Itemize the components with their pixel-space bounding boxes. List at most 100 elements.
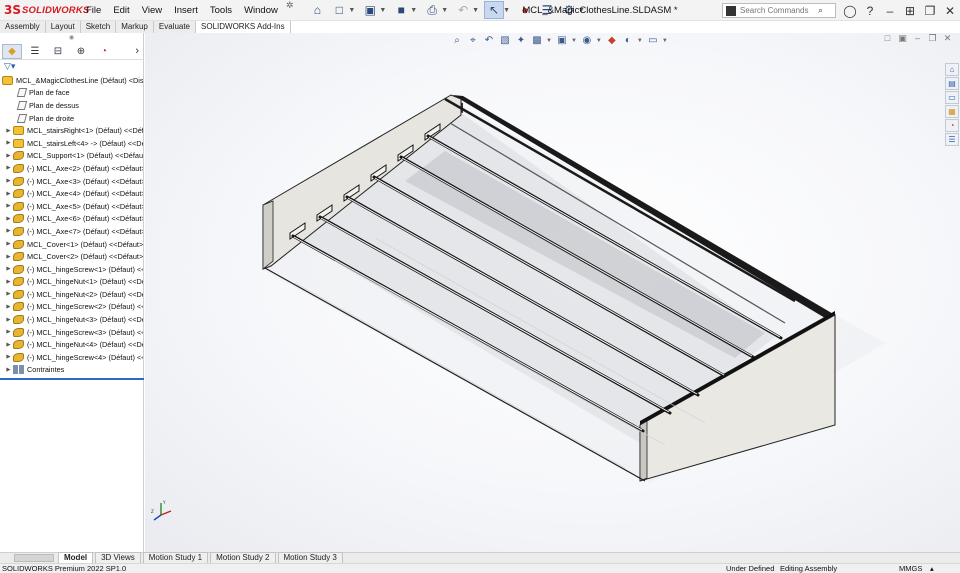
expand-arrow-icon[interactable]: ▶ <box>4 128 13 134</box>
more-tabs-chevron-icon[interactable]: › <box>135 45 139 57</box>
expand-arrow-icon[interactable]: ▶ <box>4 342 13 348</box>
user-account-icon[interactable]: ◯ <box>840 4 860 18</box>
solidworks-logo[interactable]: 3S SOLIDWORKS <box>0 0 89 21</box>
menu-file[interactable]: File <box>80 0 107 21</box>
expand-arrow-icon[interactable]: ▶ <box>4 165 13 171</box>
tab-motion-study-3[interactable]: Motion Study 3 <box>277 552 343 563</box>
tree-component-item[interactable]: ▶ (-) MCL_hingeNut<3> (Défaut) <<Défaut>_… <box>0 313 143 326</box>
help-icon[interactable]: ? <box>860 4 880 18</box>
home-icon[interactable]: ⌂ <box>307 1 327 19</box>
tree-component-item[interactable]: ▶ MCL_Support<1> (Défaut) <<Défaut>_Displ… <box>0 150 143 163</box>
expand-arrow-icon[interactable]: ▶ <box>4 241 13 247</box>
zoom-to-fit-icon[interactable]: ⌕ <box>450 34 464 47</box>
tree-component-item[interactable]: ▶ (-) MCL_hingeScrew<4> (Défaut) <<Défaut… <box>0 351 143 364</box>
tree-component-item[interactable]: ▶ (-) MCL_hingeNut<2> (Défaut) <<Défaut>_… <box>0 288 143 301</box>
tree-component-item[interactable]: ▶ MCL_stairsRight<1> (Défaut) <<Défaut>_D… <box>0 124 143 137</box>
property-manager-tab-icon[interactable]: ☰ <box>25 44 45 59</box>
tab-model[interactable]: Model <box>58 552 94 563</box>
tree-component-item[interactable]: ▶ (-) MCL_hingeScrew<3> (Défaut) <<Défaut… <box>0 326 143 339</box>
tab-markup[interactable]: Markup <box>116 21 154 33</box>
unit-system[interactable]: MMGS <box>899 564 922 573</box>
panel-handle-icon[interactable]: ◉ <box>0 33 143 43</box>
expand-arrow-icon[interactable]: ▶ <box>4 191 13 197</box>
display-style-dropdown-icon[interactable]: ▼ <box>571 38 577 44</box>
search-icon[interactable]: ⌕ <box>818 5 823 16</box>
viewport-split-icon[interactable]: □ <box>881 33 894 46</box>
menu-tools[interactable]: Tools <box>204 0 238 21</box>
undo-icon[interactable]: ↶ <box>453 1 473 19</box>
tree-component-item[interactable]: ▶ (-) MCL_Axe<4> (Défaut) <<Défaut>_Displ… <box>0 187 143 200</box>
viewport-tile-icon[interactable]: ▣ <box>896 33 909 46</box>
apply-scene-dropdown-icon[interactable]: ▼ <box>637 38 643 44</box>
search-box[interactable]: ⌕ <box>722 3 836 18</box>
tree-plane-top[interactable]: Plan de dessus <box>0 99 143 112</box>
tree-component-item[interactable]: ▶ MCL_Cover<1> (Défaut) <<Défaut>_Display… <box>0 238 143 251</box>
view-orientation-dropdown-icon[interactable]: ▼ <box>546 38 552 44</box>
view-orientation-icon[interactable]: ▩ <box>530 34 544 47</box>
viewport-minimize-icon[interactable]: – <box>911 33 924 46</box>
tree-mates[interactable]: ▶ Contraintes <box>0 364 143 377</box>
edit-appearance-icon[interactable]: ◆ <box>605 34 619 47</box>
tree-root-assembly[interactable]: MCL_&MagicClothesLine (Défaut) <Display … <box>0 74 143 87</box>
view-settings-icon[interactable]: ▭ <box>646 34 660 47</box>
design-library-icon[interactable]: ▤ <box>945 77 959 90</box>
search-input[interactable] <box>740 6 818 15</box>
feature-tree-tab-icon[interactable]: ◆ <box>2 43 22 59</box>
expand-arrow-icon[interactable]: ▶ <box>4 254 13 260</box>
tab-assembly[interactable]: Assembly <box>0 21 46 33</box>
tab-evaluate[interactable]: Evaluate <box>154 21 197 33</box>
viewport-restore-icon[interactable]: ❐ <box>926 33 939 46</box>
dimxpert-tab-icon[interactable]: ⊕ <box>71 44 91 59</box>
apply-scene-icon[interactable]: ◐ <box>621 34 635 47</box>
tree-component-item[interactable]: ▶ (-) MCL_hingeNut<4> (Défaut) <<Défaut>_… <box>0 338 143 351</box>
display-style-icon[interactable]: ▣ <box>555 34 569 47</box>
tab-layout[interactable]: Layout <box>46 21 81 33</box>
units-up-arrow-icon[interactable]: ▴ <box>930 564 934 573</box>
graphics-area[interactable]: ⌕ ⌖ ↶ ▧ ✦ ▩ ▼ ▣ ▼ ◉ ▼ ◆ ◐ ▼ ▭ ▼ □ ▣ – ❐ ✕ ⌂ ▤… <box>145 33 960 552</box>
pin-menu-icon[interactable]: ✲ <box>286 0 294 21</box>
expand-arrow-icon[interactable]: ▶ <box>4 216 13 222</box>
filter-icon[interactable]: ▽▾ <box>0 61 143 74</box>
tree-component-item[interactable]: ▶ (-) MCL_hingeScrew<1> (Défaut) <<Défaut… <box>0 263 143 276</box>
tab-addins[interactable]: SOLIDWORKS Add-Ins <box>196 21 291 33</box>
new-document-icon[interactable]: □ <box>329 1 349 19</box>
dynamic-annotation-icon[interactable]: ✦ <box>514 34 528 47</box>
tab-motion-study-2[interactable]: Motion Study 2 <box>210 552 276 563</box>
tree-plane-front[interactable]: Plan de face <box>0 87 143 100</box>
file-explorer-icon[interactable]: ▭ <box>945 91 959 104</box>
menu-edit[interactable]: Edit <box>107 0 135 21</box>
view-palette-icon[interactable]: ▦ <box>945 105 959 118</box>
tree-component-item[interactable]: ▶ MCL_Cover<2> (Défaut) <<Défaut>_Display… <box>0 250 143 263</box>
appearances-icon[interactable]: ◔ <box>945 119 959 132</box>
tree-component-item[interactable]: ▶ (-) MCL_Axe<6> (Défaut) <<Défaut>_Displ… <box>0 213 143 226</box>
hide-show-items-icon[interactable]: ◉ <box>580 34 594 47</box>
minimize-icon[interactable]: – <box>880 4 900 18</box>
expand-arrow-icon[interactable]: ▶ <box>4 329 13 335</box>
tab-3d-views[interactable]: 3D Views <box>95 552 141 563</box>
expand-arrow-icon[interactable]: ▶ <box>4 203 13 209</box>
print-dropdown-icon[interactable]: ▼ <box>441 7 448 14</box>
tree-plane-right[interactable]: Plan de droite <box>0 112 143 125</box>
view-settings-dropdown-icon[interactable]: ▼ <box>662 38 668 44</box>
tree-component-item[interactable]: ▶ (-) MCL_hingeScrew<2> (Défaut) <<Défaut… <box>0 301 143 314</box>
tree-component-item[interactable]: ▶ (-) MCL_Axe<5> (Défaut) <<Défaut>_Displ… <box>0 200 143 213</box>
tree-component-item[interactable]: ▶ (-) MCL_Axe<7> (Défaut) <<Défaut>_Displ… <box>0 225 143 238</box>
previous-view-icon[interactable]: ↶ <box>482 34 496 47</box>
save-icon[interactable]: ■ <box>391 1 411 19</box>
expand-arrow-icon[interactable]: ▶ <box>4 304 13 310</box>
select-cursor-icon[interactable]: ↖ <box>484 1 505 19</box>
select-dropdown-icon[interactable]: ▼ <box>503 7 510 14</box>
menu-window[interactable]: Window <box>238 0 284 21</box>
tab-sketch[interactable]: Sketch <box>81 21 117 33</box>
solidworks-resources-icon[interactable]: ⌂ <box>945 63 959 76</box>
expand-arrow-icon[interactable]: ▶ <box>4 153 13 159</box>
expand-arrow-icon[interactable]: ▶ <box>4 317 13 323</box>
restore-icon[interactable]: ❐ <box>920 4 940 18</box>
section-view-icon[interactable]: ▧ <box>498 34 512 47</box>
tree-component-item[interactable]: ▶ MCL_stairsLeft<4> -> (Défaut) <<Défaut>… <box>0 137 143 150</box>
expand-arrow-icon[interactable]: ▶ <box>4 266 13 272</box>
tree-component-item[interactable]: ▶ (-) MCL_Axe<3> (Défaut) <<Défaut>_Displ… <box>0 175 143 188</box>
menu-view[interactable]: View <box>136 0 168 21</box>
custom-properties-icon[interactable]: ☰ <box>945 133 959 146</box>
clothesline-3d-model[interactable] <box>145 33 960 552</box>
